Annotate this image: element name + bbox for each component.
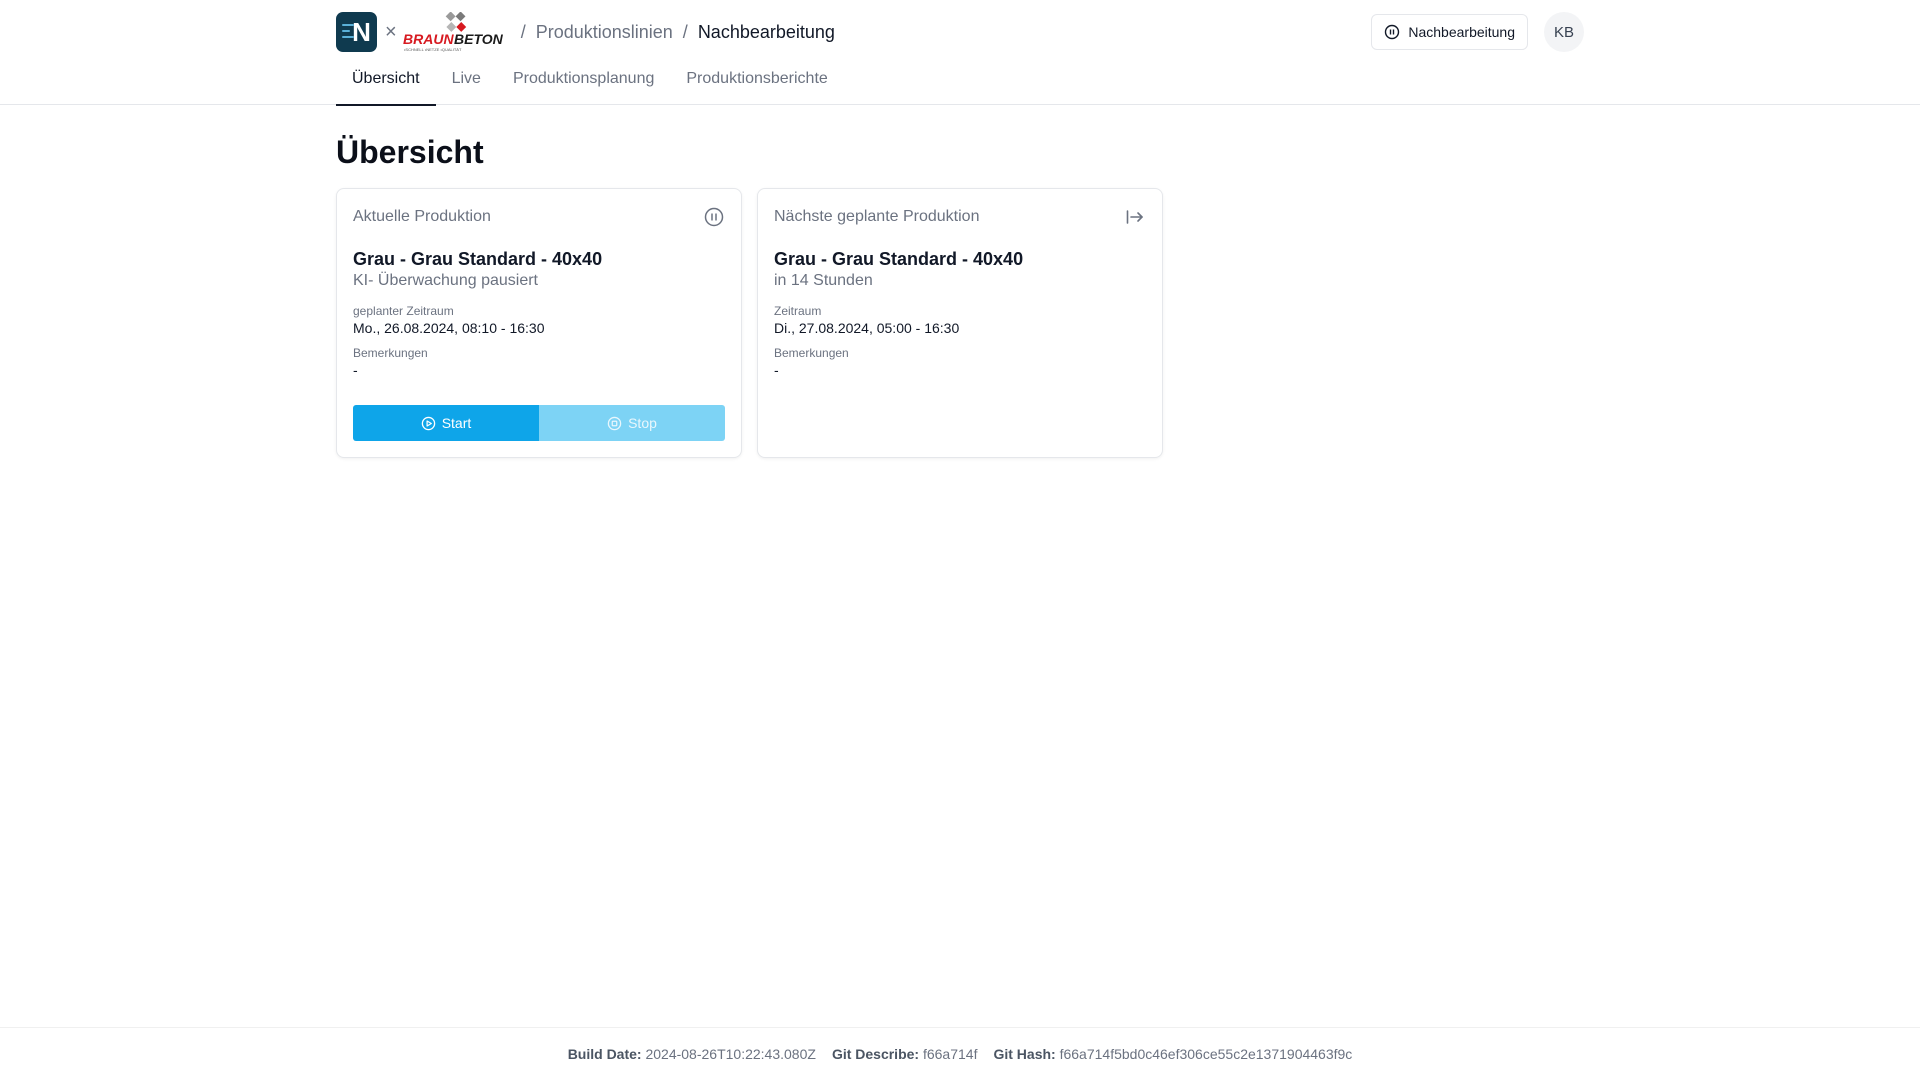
breadcrumb-current: Nachbearbeitung bbox=[697, 21, 835, 42]
remarks-value: - bbox=[353, 362, 358, 378]
git-describe: Git Describe: f66a714f bbox=[832, 1046, 978, 1062]
app-logo[interactable]: N bbox=[336, 12, 377, 52]
braunbeton-logo-graphic: BRAUN BETON •SCHNELL •NETZE •QUALITÄT bbox=[403, 11, 504, 52]
start-button-label: Start bbox=[441, 415, 472, 431]
card-header: Nächste geplante Produktion bbox=[774, 205, 1146, 229]
remarks-value: - bbox=[774, 362, 779, 378]
build-info-footer: Build Date: 2024-08-26T10:22:43.080Z Git… bbox=[0, 1027, 1920, 1080]
stop-circle-icon bbox=[607, 416, 622, 430]
tab-live[interactable]: Live bbox=[436, 62, 497, 105]
arrow-right-to-line-icon[interactable] bbox=[1124, 206, 1146, 228]
play-circle-icon bbox=[421, 416, 435, 430]
close-x-icon: × bbox=[385, 20, 397, 43]
svg-text:•SCHNELL •NETZE •QUALITÄT: •SCHNELL •NETZE •QUALITÄT bbox=[404, 47, 462, 52]
breadcrumb-produktionslinien[interactable]: Produktionslinien bbox=[536, 22, 673, 43]
remarks-label: Bemerkungen bbox=[353, 346, 428, 360]
card-header: Aktuelle Produktion bbox=[353, 205, 725, 229]
line-status-button[interactable]: Nachbearbeitung bbox=[1371, 14, 1528, 50]
product-name: Grau - Grau Standard - 40x40 bbox=[353, 249, 603, 269]
period-label: Zeitraum bbox=[774, 304, 822, 318]
svg-text:BETON: BETON bbox=[454, 31, 504, 47]
period-value: Mo., 26.08.2024, 08:10 - 16:30 bbox=[353, 320, 545, 336]
stop-button-label: Stop bbox=[628, 415, 657, 431]
build-date-value: 2024-08-26T10:22:43.080Z bbox=[645, 1046, 816, 1062]
period-value: Di., 27.08.2024, 05:00 - 16:30 bbox=[774, 320, 960, 336]
page-title: Übersicht bbox=[336, 134, 484, 170]
production-eta: in 14 Stunden bbox=[774, 272, 873, 289]
topbar: N × BRAUN BETON •SCHNELL •NETZE •QUALITÄ… bbox=[336, 11, 1584, 52]
tab-bar: Übersicht Live Produktionsplanung Produk… bbox=[336, 62, 844, 106]
start-button[interactable]: Start bbox=[353, 405, 539, 441]
period-label: geplanter Zeitraum bbox=[353, 304, 454, 318]
tab-produktionsplanung[interactable]: Produktionsplanung bbox=[497, 62, 670, 105]
git-describe-label: Git Describe: bbox=[831, 1046, 920, 1062]
topbar-actions: Nachbearbeitung KB bbox=[1371, 12, 1584, 52]
remarks-label: Bemerkungen bbox=[774, 346, 849, 360]
svg-text:BRAUN: BRAUN bbox=[403, 31, 454, 47]
app-header: N × BRAUN BETON •SCHNELL •NETZE •QUALITÄ… bbox=[0, 0, 1920, 106]
breadcrumb-separator: / bbox=[682, 21, 688, 42]
git-describe-value: f66a714f bbox=[922, 1046, 978, 1062]
production-status: KI- Überwachung pausiert bbox=[353, 272, 538, 289]
build-date: Build Date: 2024-08-26T10:22:43.080Z bbox=[568, 1046, 816, 1062]
current-production-card: Aktuelle Produktion Grau - Grau Standard… bbox=[336, 188, 742, 458]
git-hash-value: f66a714f5bd0c46ef306ce55c2e1371904463f9c bbox=[1059, 1046, 1353, 1062]
braunbeton-logo: BRAUN BETON •SCHNELL •NETZE •QUALITÄT bbox=[403, 11, 511, 52]
build-date-label: Build Date: bbox=[567, 1046, 642, 1062]
next-production-card: Nächste geplante Produktion Grau - Grau … bbox=[757, 188, 1163, 458]
breadcrumb-separator: / bbox=[520, 21, 526, 42]
git-hash: Git Hash: f66a714f5bd0c46ef306ce55c2e137… bbox=[993, 1046, 1352, 1062]
card-label: Aktuelle Produktion bbox=[353, 208, 491, 225]
status-button-label: Nachbearbeitung bbox=[1408, 24, 1515, 40]
user-avatar[interactable]: KB bbox=[1544, 12, 1584, 52]
git-hash-label: Git Hash: bbox=[993, 1046, 1056, 1062]
logo-speed-lines bbox=[342, 24, 356, 40]
tab-uebersicht[interactable]: Übersicht bbox=[336, 62, 436, 106]
pause-circle-icon[interactable] bbox=[703, 206, 725, 228]
product-name: Grau - Grau Standard - 40x40 bbox=[774, 249, 1024, 269]
pause-circle-icon bbox=[1385, 24, 1400, 40]
tab-produktionsberichte[interactable]: Produktionsberichte bbox=[670, 62, 843, 105]
stop-button[interactable]: Stop bbox=[539, 405, 725, 441]
production-controls: Start Stop bbox=[353, 405, 725, 441]
card-label: Nächste geplante Produktion bbox=[774, 208, 980, 225]
